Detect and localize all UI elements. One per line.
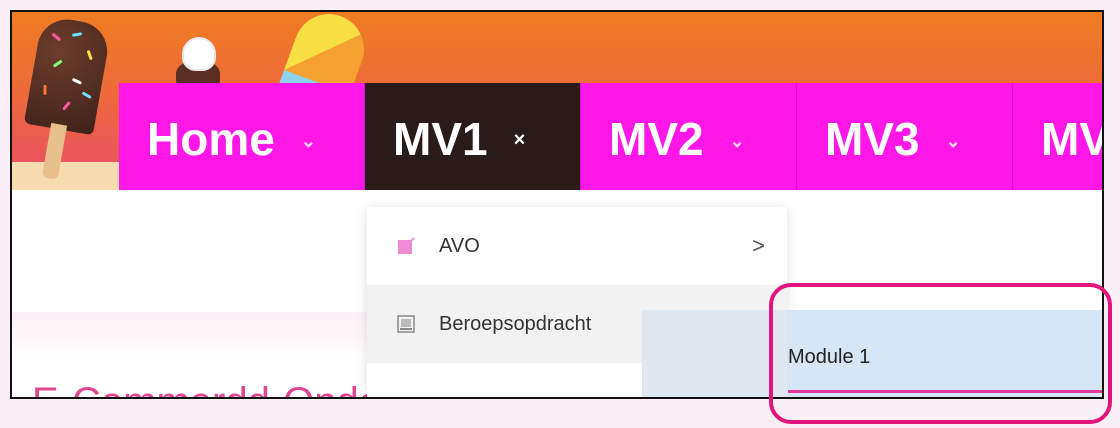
chevron-down-icon[interactable]: ⌄ [301,131,316,152]
nav-item-home[interactable]: Home ⌄ [119,83,365,190]
nav-item-label: MV2 [609,113,704,165]
nav-item-label: Home [147,113,275,165]
image-icon [397,315,415,333]
dropdown-item-label: AVO [439,234,480,257]
nav-item-mv4[interactable]: MV [1013,83,1104,190]
dropdown-item-avo[interactable]: AVO > [367,207,787,285]
nav-item-mv1[interactable]: MV1 × [365,83,581,190]
beroepsopdracht-submenu: Module 1 [642,310,1102,397]
browser-viewport: Home ⌄ MV1 × MV2 ⌄ MV3 ⌄ MV E-Commerdd-O… [10,10,1104,399]
nav-item-mv3[interactable]: MV3 ⌄ [797,83,1013,190]
site-header: Home ⌄ MV1 × MV2 ⌄ MV3 ⌄ MV [12,12,1102,190]
nav-item-label: MV3 [825,113,920,165]
dropdown-item-label: Beroepsopdracht [439,312,592,335]
nav-item-label: MV1 [393,113,488,165]
page-heading-partial: E-Commerdd-Onderg [32,380,417,397]
nav-item-mv2[interactable]: MV2 ⌄ [581,83,797,190]
submenu-item-underline [788,390,1102,393]
chevron-down-icon[interactable]: ⌄ [946,131,961,152]
chevron-down-icon[interactable]: ⌄ [730,131,745,152]
header-decor-base [12,162,132,190]
nav-item-label: MV [1041,113,1104,165]
close-icon[interactable]: × [514,129,526,152]
popsicle-icon [22,14,112,180]
main-nav: Home ⌄ MV1 × MV2 ⌄ MV3 ⌄ MV [119,83,1104,190]
edit-icon [398,237,415,254]
chevron-right-icon: > [752,233,765,258]
submenu-item-label[interactable]: Module 1 [788,346,870,369]
